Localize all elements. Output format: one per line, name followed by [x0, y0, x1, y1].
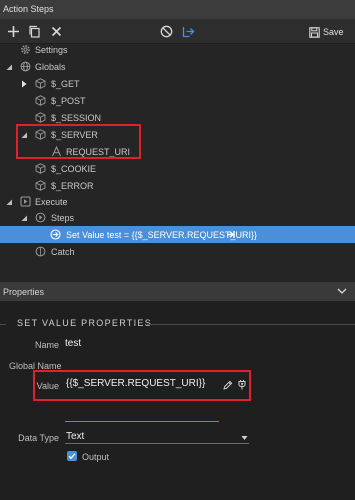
output-arrow-icon: [226, 229, 237, 240]
tree-item-cookie[interactable]: $_COOKIE: [0, 160, 355, 177]
catch-icon: [35, 246, 46, 257]
tree-item-set-value-step[interactable]: Set Value test = {{$_SERVER.REQUEST_URI}…: [0, 226, 355, 243]
tree-item-post[interactable]: $_POST: [0, 92, 355, 109]
tree-label: $_SESSION: [51, 112, 102, 123]
cube-icon: [35, 180, 46, 191]
globe-icon: [20, 61, 31, 72]
tree-item-settings[interactable]: Settings: [0, 41, 355, 58]
tree-label: Steps: [51, 212, 75, 223]
delete-icon[interactable]: [49, 24, 64, 39]
cube-icon: [35, 78, 46, 89]
data-type-underline: [65, 443, 249, 444]
tree-label: Catch: [51, 246, 75, 257]
disable-icon[interactable]: [159, 24, 174, 39]
tree-item-get[interactable]: $_GET: [0, 75, 355, 92]
section-divider: [146, 324, 355, 325]
tree-label: $_POST: [51, 95, 86, 106]
dropdown-arrow-icon[interactable]: [241, 433, 248, 443]
expanded-arrow-icon[interactable]: [5, 63, 13, 71]
tree-item-globals[interactable]: Globals: [0, 58, 355, 75]
tree-item-catch[interactable]: Catch: [0, 243, 355, 260]
properties-header[interactable]: Properties: [0, 282, 355, 301]
output-label: Output: [82, 452, 110, 462]
checkmark-icon: [68, 453, 76, 460]
cube-icon: [35, 95, 46, 106]
duplicate-icon[interactable]: [27, 24, 42, 39]
panel-title: Action Steps: [0, 0, 355, 19]
server-highlight-box: [16, 124, 141, 159]
play-icon: [35, 212, 46, 223]
expanded-arrow-icon[interactable]: [20, 214, 28, 222]
tree-label: $_COOKIE: [51, 163, 97, 174]
tree-item-steps[interactable]: Steps: [0, 209, 355, 226]
output-checkbox[interactable]: [67, 451, 77, 461]
save-button[interactable]: Save: [309, 25, 344, 39]
value-highlight-box: [33, 370, 251, 401]
chevron-down-icon[interactable]: [337, 287, 347, 297]
tree-label: Settings: [35, 44, 68, 55]
name-input[interactable]: test: [65, 338, 81, 349]
data-type-select[interactable]: Text: [66, 431, 84, 442]
cube-icon: [35, 112, 46, 123]
data-type-label: Data Type: [18, 433, 59, 443]
save-icon: [309, 26, 320, 38]
add-icon[interactable]: [6, 24, 21, 39]
execute-icon: [20, 196, 31, 207]
tree-label: $_ERROR: [51, 180, 94, 191]
expanded-arrow-icon[interactable]: [5, 198, 13, 206]
tree-label: Execute: [35, 196, 68, 207]
export-icon[interactable]: [181, 24, 196, 39]
name-label: Name: [34, 340, 59, 350]
arrow-circle-icon: [50, 229, 61, 240]
tree-label: Globals: [35, 61, 66, 72]
tree-label: $_GET: [51, 78, 80, 89]
collapsed-arrow-icon[interactable]: [20, 80, 28, 88]
cube-icon: [35, 163, 46, 174]
properties-title: Properties: [3, 287, 45, 297]
save-label: Save: [323, 27, 344, 37]
gear-icon: [20, 44, 31, 55]
tree-item-execute[interactable]: Execute: [0, 193, 355, 210]
value-field-underline: [65, 421, 219, 422]
tree-item-error[interactable]: $_ERROR: [0, 177, 355, 194]
